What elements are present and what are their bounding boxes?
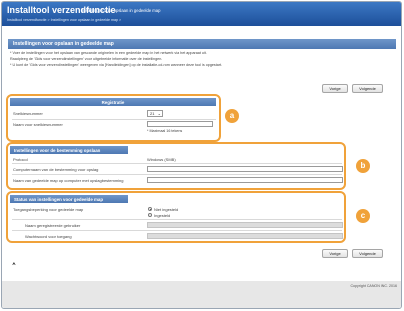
username-input[interactable] — [147, 222, 343, 228]
radio-not-set[interactable] — [148, 207, 152, 211]
radio-set[interactable] — [148, 213, 152, 217]
chevron-down-icon: ⌄ — [157, 111, 161, 116]
speed-dial-name-label: Naam voor snelkiesnummer — [13, 122, 63, 127]
access-restriction-label: Toegangsbeperking voor gedeelde map — [13, 207, 84, 212]
back-to-top-icon[interactable]: ⮝ — [12, 261, 16, 266]
section-title-status: Status van instellingen voor gedeelde ma… — [10, 195, 128, 203]
divider — [12, 119, 216, 120]
shared-folder-input[interactable] — [147, 177, 343, 183]
password-label: Wachtwoord voor toegang — [25, 234, 72, 239]
protocol-label: Protocol — [13, 157, 28, 162]
next-button-top[interactable]: Volgende — [352, 84, 383, 93]
callout-badge-c: c — [356, 209, 370, 223]
divider — [12, 174, 342, 175]
speed-dial-select[interactable]: 21 ⌄ — [147, 110, 163, 117]
speed-dial-value: 21 — [150, 111, 155, 116]
divider — [12, 219, 342, 220]
page-subtitle: Instellingen voor opslaan in gedeelde ma… — [82, 8, 161, 13]
protocol-value: Windows (SMB) — [147, 157, 176, 162]
computer-name-label: Computernaam van de bestemming voor opsl… — [13, 167, 99, 172]
password-input[interactable] — [147, 233, 343, 239]
back-button-top[interactable]: Vorige — [322, 84, 348, 93]
max-chars-note: * Maximaal 16 tekens — [147, 129, 183, 133]
breadcrumb: Installtool verzendfunctie > Instellinge… — [7, 18, 122, 22]
page-title: Instellingen voor opslaan in gedeelde ma… — [8, 39, 396, 49]
divider — [12, 230, 342, 231]
section-title-destination: Instellingen voor de bestemming opslaan — [10, 146, 128, 154]
description-line: * U kunt de 'Gids voor verzendinstelling… — [10, 62, 223, 67]
callout-badge-b: b — [356, 159, 370, 173]
page-description: * Voer de instellingen voor het opslaan … — [10, 51, 394, 68]
copyright: Copyright CANON INC. 2016 — [350, 284, 397, 288]
section-title-registration: Registratie — [10, 98, 216, 106]
callout-badge-a: a — [225, 109, 239, 123]
speed-dial-name-input[interactable] — [147, 121, 213, 127]
divider — [12, 163, 342, 164]
footer: Copyright CANON INC. 2016 — [2, 281, 401, 308]
radio-set-label[interactable]: Ingesteld — [154, 213, 170, 218]
next-button-bottom[interactable]: Volgende — [352, 249, 383, 258]
computer-name-input[interactable] — [147, 166, 343, 172]
shared-folder-label: Naam van gedeelde map op computer met op… — [13, 178, 124, 183]
radio-not-set-label[interactable]: Niet ingesteld — [154, 207, 178, 212]
app-window: Installtool verzendfunctie Instellingen … — [1, 1, 402, 309]
back-button-bottom[interactable]: Vorige — [322, 249, 348, 258]
app-header: Installtool verzendfunctie Instellingen … — [2, 2, 401, 26]
speed-dial-label: Snelkiesnummer — [13, 111, 43, 116]
username-label: Naam geregistreerde gebruiker — [25, 223, 81, 228]
